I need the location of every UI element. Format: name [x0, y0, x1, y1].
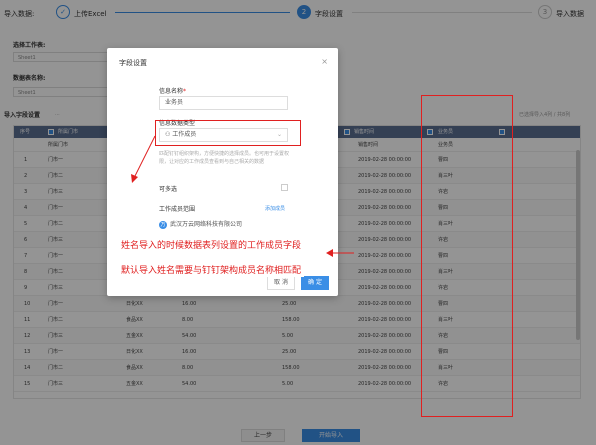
annotation-arrowhead — [326, 249, 333, 257]
annotation-line2: 默认导入姓名需要与钉钉架构成员名称相匹配 — [118, 262, 305, 277]
annotation-arrow-line — [133, 135, 156, 179]
annotation-arrowhead — [131, 174, 138, 183]
annotation-line1: 姓名导入的时候数据表列设置的工作成员字段 — [118, 237, 305, 252]
annotation-arrows — [131, 135, 354, 257]
